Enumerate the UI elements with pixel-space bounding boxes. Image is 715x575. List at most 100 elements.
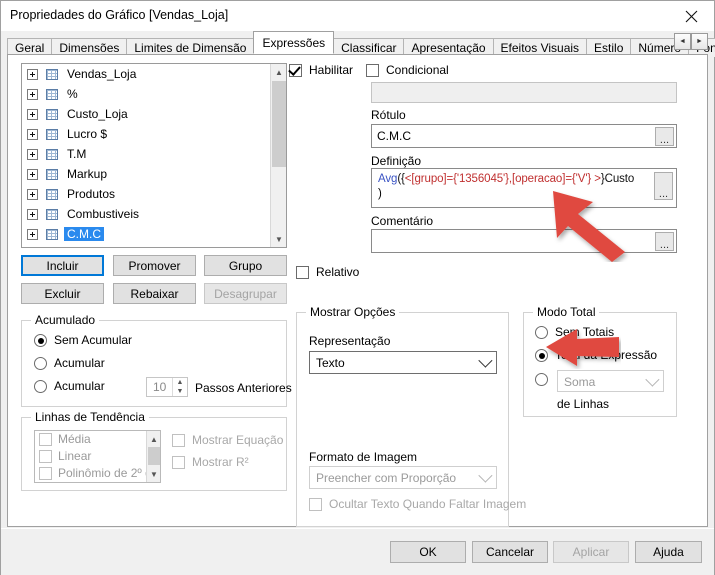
rotulo-input[interactable]: C.M.C ...: [371, 124, 677, 148]
chevron-down-icon[interactable]: [478, 353, 493, 368]
scroll-up-icon[interactable]: ▲: [147, 431, 160, 447]
desagrupar-button: Desagrupar: [204, 283, 287, 304]
total-da-expressao-radio[interactable]: Total da Expressão: [535, 349, 657, 362]
list-item-label: Média: [58, 432, 91, 446]
rotulo-browse-button[interactable]: ...: [655, 127, 674, 146]
checkbox-icon[interactable]: [296, 266, 309, 279]
relativo-checkbox[interactable]: Relativo: [296, 266, 359, 279]
radio-icon[interactable]: [535, 326, 548, 339]
expand-icon[interactable]: [27, 128, 38, 140]
ok-button[interactable]: OK: [390, 541, 466, 563]
expression-list[interactable]: Vendas_Loja % Custo_Loja Lucro $ T.M Mar…: [21, 63, 287, 248]
tab-scroll-next-icon[interactable]: ►: [691, 33, 708, 50]
relativo-label: Relativo: [316, 265, 360, 279]
condicional-label: Condicional: [386, 63, 449, 77]
condicional-checkbox[interactable]: Condicional: [366, 64, 449, 77]
excluir-button[interactable]: Excluir: [21, 283, 104, 304]
ajuda-button[interactable]: Ajuda: [635, 541, 702, 563]
rotulo-label: Rótulo: [371, 108, 406, 122]
representacao-select[interactable]: Texto: [309, 351, 497, 374]
sem-acumular-radio[interactable]: Sem Acumular: [34, 334, 132, 347]
checkbox-icon[interactable]: [39, 482, 52, 483]
habilitar-checkbox[interactable]: Habilitar: [289, 64, 353, 77]
list-item-label: C.M.C: [64, 227, 104, 241]
checkbox-icon[interactable]: [289, 64, 302, 77]
list-item-label: Vendas_Loja: [67, 67, 137, 81]
acumular-steps-radio[interactable]: Acumular: [34, 380, 105, 393]
list-item[interactable]: Linear: [35, 448, 160, 465]
table-icon: [46, 108, 58, 120]
rebaixar-button[interactable]: Rebaixar: [113, 283, 196, 304]
list-item[interactable]: %: [22, 84, 286, 104]
soma-radio[interactable]: [535, 373, 548, 386]
expand-icon[interactable]: [27, 108, 38, 120]
radio-icon[interactable]: [34, 357, 47, 370]
radio-icon[interactable]: [535, 349, 548, 362]
expand-icon[interactable]: [27, 68, 38, 80]
mostrar-equacao-checkbox[interactable]: Mostrar Equação: [172, 434, 283, 447]
mostrar-r2-checkbox[interactable]: Mostrar R²: [172, 456, 249, 469]
incluir-button[interactable]: Incluir: [21, 255, 104, 276]
condicional-input[interactable]: [371, 82, 677, 103]
radio-icon[interactable]: [34, 380, 47, 393]
list-item[interactable]: Polinômio de 2º gra: [35, 465, 160, 482]
scrollbar-thumb[interactable]: [148, 447, 160, 465]
tab-scroll-prev-icon[interactable]: ◄: [674, 33, 691, 50]
list-item[interactable]: Combustiveis: [22, 204, 286, 224]
radio-icon[interactable]: [535, 373, 548, 386]
list-item[interactable]: Produtos: [22, 184, 286, 204]
expr-token-field: }Custo: [600, 173, 635, 185]
radio-icon[interactable]: [34, 334, 47, 347]
soma-select: Soma: [557, 370, 664, 392]
definicao-input[interactable]: Avg({<[grupo]={'1356045'},[operacao]={'V…: [371, 168, 677, 208]
table-icon: [46, 128, 58, 140]
passos-anteriores-stepper[interactable]: 10 ▲ ▼: [146, 377, 188, 397]
definicao-expression-text: Avg({<[grupo]={'1356045'},[operacao]={'V…: [378, 172, 634, 187]
list-item-selected[interactable]: C.M.C: [22, 224, 286, 244]
tab-expressoes[interactable]: Expressões: [253, 31, 335, 54]
expand-icon[interactable]: [27, 168, 38, 180]
expand-icon[interactable]: [27, 208, 38, 220]
close-icon[interactable]: [668, 1, 714, 31]
cancelar-button[interactable]: Cancelar: [472, 541, 548, 563]
expand-icon[interactable]: [27, 228, 38, 240]
scrollbar-thumb[interactable]: [272, 81, 286, 167]
expand-icon[interactable]: [27, 148, 38, 160]
checkbox-icon[interactable]: [366, 64, 379, 77]
checkbox-icon[interactable]: [172, 434, 185, 447]
trend-list-scrollbar[interactable]: ▲ ▼: [146, 431, 160, 482]
grupo-button[interactable]: Grupo: [204, 255, 287, 276]
stepper-up-icon[interactable]: ▲: [172, 378, 187, 387]
table-icon: [46, 88, 58, 100]
list-item[interactable]: Markup: [22, 164, 286, 184]
checkbox-icon[interactable]: [39, 433, 52, 446]
comentario-input[interactable]: ...: [371, 229, 677, 253]
list-item[interactable]: T.M: [22, 144, 286, 164]
expand-icon[interactable]: [27, 88, 38, 100]
definicao-browse-button[interactable]: ...: [654, 172, 673, 200]
definicao-expression-line2: ): [378, 188, 382, 200]
formato-de-imagem-label: Formato de Imagem: [309, 450, 418, 464]
stepper-buttons[interactable]: ▲ ▼: [172, 378, 187, 396]
expression-list-scrollbar[interactable]: ▲ ▼: [270, 64, 286, 247]
promover-button[interactable]: Promover: [113, 255, 196, 276]
list-item[interactable]: Custo_Loja: [22, 104, 286, 124]
expand-icon[interactable]: [27, 188, 38, 200]
scroll-down-icon[interactable]: ▼: [271, 231, 286, 247]
checkbox-icon[interactable]: [39, 450, 52, 463]
list-item[interactable]: Vendas_Loja: [22, 64, 286, 84]
checkbox-icon[interactable]: [172, 456, 185, 469]
scroll-up-icon[interactable]: ▲: [271, 64, 286, 80]
checkbox-icon[interactable]: [39, 467, 52, 480]
sem-totais-radio[interactable]: Sem Totais: [535, 326, 614, 339]
trend-lines-list[interactable]: Média Linear Polinômio de 2º gra Polinôm…: [34, 430, 161, 483]
list-item[interactable]: Média: [35, 431, 160, 448]
list-item-label: Produtos: [67, 187, 116, 201]
stepper-down-icon[interactable]: ▼: [172, 387, 187, 396]
list-item[interactable]: Lucro $: [22, 124, 286, 144]
mostrar-r2-label: Mostrar R²: [192, 455, 249, 469]
scroll-down-icon[interactable]: ▼: [147, 466, 160, 482]
acumular-radio[interactable]: Acumular: [34, 357, 105, 370]
comentario-browse-button[interactable]: ...: [655, 232, 674, 251]
list-item[interactable]: Polinômio de 3º: [35, 482, 160, 483]
